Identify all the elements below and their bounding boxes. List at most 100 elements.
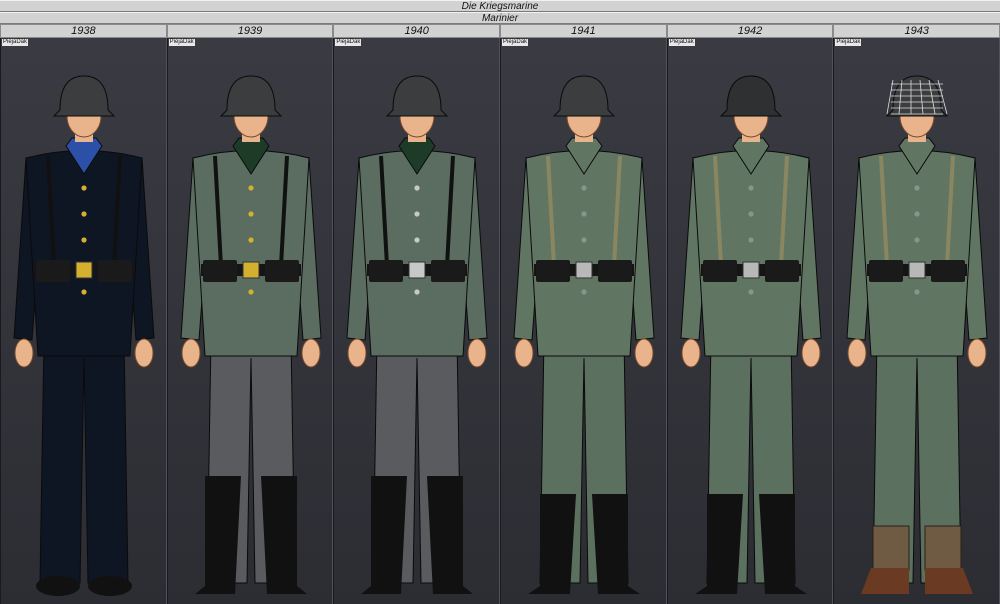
- left-gaiter: [872, 525, 910, 571]
- helmet: [52, 75, 116, 117]
- left-hand: [181, 338, 201, 368]
- tunic-button: [248, 211, 254, 217]
- tunic-button: [914, 211, 920, 217]
- left-boot: [861, 568, 910, 594]
- helmet: [219, 75, 282, 117]
- tunic-button: [81, 289, 87, 295]
- right-boot: [925, 568, 974, 594]
- tunic: [192, 150, 310, 357]
- soldier-figure: [680, 75, 822, 594]
- right-ammo-pouch: [764, 260, 799, 282]
- belt-buckle: [75, 261, 93, 279]
- uniform-panels: PiejaDak PiejaDak PiejaDak PiejaDak Piej…: [0, 38, 1000, 604]
- year-label-1942: 1942: [666, 24, 834, 38]
- tunic-button: [81, 185, 87, 191]
- year-label-1938: 1938: [0, 24, 167, 38]
- left-hand: [681, 338, 701, 368]
- soldier-figure: [846, 75, 988, 594]
- left-ammo-pouch: [202, 260, 237, 282]
- right-hand: [301, 338, 321, 368]
- left-hand: [347, 338, 367, 368]
- tunic-button: [414, 211, 420, 217]
- right-ammo-pouch: [98, 260, 132, 282]
- right-hand: [801, 338, 821, 368]
- tunic-button: [414, 237, 420, 243]
- tunic-button: [748, 211, 754, 217]
- tunic: [692, 150, 810, 357]
- soldier-figure: [180, 75, 322, 594]
- year-label-1940: 1940: [333, 24, 501, 38]
- trousers: [39, 337, 129, 584]
- uniform-panel: PiejaDak: [833, 38, 1000, 604]
- left-hand: [514, 338, 534, 368]
- tunic-button: [914, 237, 920, 243]
- right-ammo-pouch: [264, 260, 299, 282]
- tunic-button: [81, 211, 87, 217]
- right-hand: [634, 338, 654, 368]
- uniform-panel: PiejaDak: [666, 38, 834, 604]
- left-boot: [694, 494, 743, 594]
- uniform-panel: PiejaDak: [500, 38, 667, 604]
- tunic-button: [914, 289, 920, 295]
- tunic-button: [581, 185, 587, 191]
- left-ammo-pouch: [36, 260, 70, 282]
- right-boot: [427, 476, 474, 594]
- page-subtitle: Marinier: [481, 13, 519, 24]
- left-shoe: [36, 576, 80, 596]
- uniform-panel: PiejaDak: [333, 38, 501, 604]
- tunic-button: [81, 237, 87, 243]
- left-boot: [361, 476, 408, 594]
- tunic-button: [248, 237, 254, 243]
- tunic-button: [748, 237, 754, 243]
- right-ammo-pouch: [931, 260, 966, 282]
- belt-buckle: [575, 261, 593, 279]
- tunic-button: [748, 185, 754, 191]
- left-ammo-pouch: [869, 260, 904, 282]
- tunic-button: [248, 289, 254, 295]
- tunic-button: [414, 289, 420, 295]
- helmet: [552, 75, 616, 117]
- soldier-figure: [346, 75, 488, 594]
- tunic-button: [748, 289, 754, 295]
- tunic: [358, 150, 476, 357]
- belt-buckle: [242, 261, 260, 279]
- right-ammo-pouch: [598, 260, 633, 282]
- tunic: [525, 150, 643, 357]
- helmet: [386, 75, 449, 117]
- right-hand: [467, 338, 487, 368]
- tunic-button: [581, 237, 587, 243]
- left-boot: [194, 476, 241, 594]
- title-bar: Die Kriegsmarine: [0, 0, 1000, 12]
- right-boot: [592, 494, 641, 594]
- left-ammo-pouch: [702, 260, 737, 282]
- right-hand: [967, 338, 987, 368]
- year-label-1941: 1941: [500, 24, 667, 38]
- uniform-panel: PiejaDak: [0, 38, 167, 604]
- soldier-figure: [513, 75, 655, 594]
- tunic-button: [248, 185, 254, 191]
- right-ammo-pouch: [431, 260, 466, 282]
- tunic: [25, 150, 143, 357]
- tunic: [858, 150, 976, 357]
- subtitle-bar: Marinier: [0, 12, 1000, 24]
- belt-buckle: [908, 261, 926, 279]
- year-label-1943: 1943: [833, 24, 1000, 38]
- left-ammo-pouch: [369, 260, 404, 282]
- uniform-panel: PiejaDak: [166, 38, 334, 604]
- left-hand: [847, 338, 867, 368]
- page-title: Die Kriegsmarine: [461, 1, 539, 12]
- left-boot: [528, 494, 577, 594]
- right-shoe: [88, 576, 132, 596]
- left-hand: [14, 338, 34, 368]
- tunic-button: [414, 185, 420, 191]
- tunic-button: [581, 211, 587, 217]
- year-label-1939: 1939: [166, 24, 334, 38]
- right-gaiter: [924, 525, 962, 571]
- right-boot: [260, 476, 307, 594]
- helmet-net: [886, 79, 894, 115]
- belt-buckle: [408, 261, 426, 279]
- right-boot: [758, 494, 807, 594]
- belt-buckle: [742, 261, 760, 279]
- year-header-row: 1938 1939 1940 1941 1942 1943: [0, 24, 1000, 38]
- helmet: [719, 75, 782, 117]
